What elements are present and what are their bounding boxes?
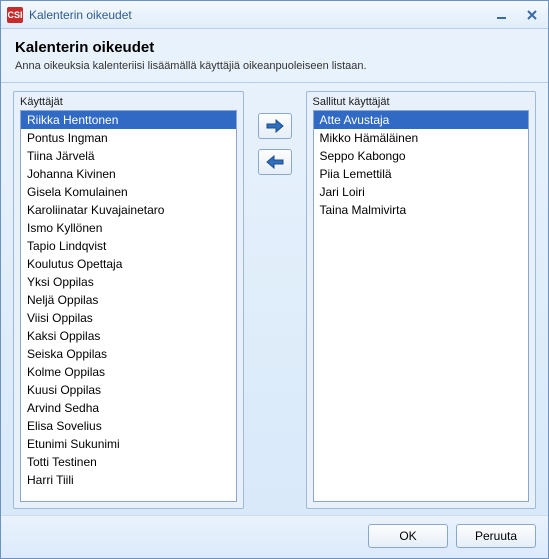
list-item[interactable]: Seppo Kabongo bbox=[314, 147, 529, 165]
header-pane: Kalenterin oikeudet Anna oikeuksia kalen… bbox=[1, 29, 548, 83]
ok-button[interactable]: OK bbox=[368, 524, 448, 548]
list-item[interactable]: Kuusi Oppilas bbox=[21, 381, 236, 399]
close-button[interactable] bbox=[522, 7, 542, 23]
minimize-button[interactable] bbox=[492, 7, 512, 23]
list-item[interactable]: Tapio Lindqvist bbox=[21, 237, 236, 255]
list-item[interactable]: Jari Loiri bbox=[314, 183, 529, 201]
list-item[interactable]: Etunimi Sukunimi bbox=[21, 435, 236, 453]
list-item[interactable]: Johanna Kivinen bbox=[21, 165, 236, 183]
allowed-users-listbox[interactable]: Atte AvustajaMikko HämäläinenSeppo Kabon… bbox=[313, 110, 530, 502]
list-item[interactable]: Elisa Sovelius bbox=[21, 417, 236, 435]
list-item[interactable]: Karoliinatar Kuvajainetaro bbox=[21, 201, 236, 219]
cancel-button[interactable]: Peruuta bbox=[456, 524, 536, 548]
lists-wrap: Käyttäjät Riikka HenttonenPontus IngmanT… bbox=[13, 91, 536, 509]
window-title: Kalenterin oikeudet bbox=[29, 8, 492, 22]
available-users-panel: Käyttäjät Riikka HenttonenPontus IngmanT… bbox=[13, 91, 244, 509]
available-users-listbox[interactable]: Riikka HenttonenPontus IngmanTiina Järve… bbox=[20, 110, 237, 502]
list-item[interactable]: Viisi Oppilas bbox=[21, 309, 236, 327]
arrow-left-icon bbox=[265, 155, 285, 169]
list-item[interactable]: Gisela Komulainen bbox=[21, 183, 236, 201]
transfer-buttons bbox=[252, 91, 298, 509]
list-item[interactable]: Piia Lemettilä bbox=[314, 165, 529, 183]
allowed-users-label: Sallitut käyttäjät bbox=[307, 92, 536, 110]
allowed-users-panel: Sallitut käyttäjät Atte AvustajaMikko Hä… bbox=[306, 91, 537, 509]
available-users-label: Käyttäjät bbox=[14, 92, 243, 110]
list-item[interactable]: Kaksi Oppilas bbox=[21, 327, 236, 345]
page-title: Kalenterin oikeudet bbox=[15, 39, 534, 56]
footer: OK Peruuta bbox=[1, 515, 548, 558]
list-item[interactable]: Neljä Oppilas bbox=[21, 291, 236, 309]
app-icon: CSI bbox=[7, 7, 23, 23]
arrow-right-icon bbox=[265, 119, 285, 133]
list-item[interactable]: Atte Avustaja bbox=[314, 111, 529, 129]
titlebar: CSI Kalenterin oikeudet bbox=[1, 1, 548, 29]
list-item[interactable]: Yksi Oppilas bbox=[21, 273, 236, 291]
instruction-text: Anna oikeuksia kalenteriisi lisäämällä k… bbox=[15, 60, 534, 72]
list-item[interactable]: Taina Malmivirta bbox=[314, 201, 529, 219]
remove-button[interactable] bbox=[258, 149, 292, 175]
list-item[interactable]: Tiina Järvelä bbox=[21, 147, 236, 165]
list-item[interactable]: Riikka Henttonen bbox=[21, 111, 236, 129]
list-item[interactable]: Seiska Oppilas bbox=[21, 345, 236, 363]
list-item[interactable]: Arvind Sedha bbox=[21, 399, 236, 417]
list-item[interactable]: Pontus Ingman bbox=[21, 129, 236, 147]
list-item[interactable]: Mikko Hämäläinen bbox=[314, 129, 529, 147]
add-button[interactable] bbox=[258, 113, 292, 139]
list-item[interactable]: Totti Testinen bbox=[21, 453, 236, 471]
dialog-window: CSI Kalenterin oikeudet Kalenterin oikeu… bbox=[0, 0, 549, 559]
list-item[interactable]: Koulutus Opettaja bbox=[21, 255, 236, 273]
content-area: Käyttäjät Riikka HenttonenPontus IngmanT… bbox=[1, 83, 548, 515]
list-item[interactable]: Ismo Kyllönen bbox=[21, 219, 236, 237]
list-item[interactable]: Kolme Oppilas bbox=[21, 363, 236, 381]
list-item[interactable]: Harri Tiili bbox=[21, 471, 236, 489]
window-controls bbox=[492, 7, 542, 23]
